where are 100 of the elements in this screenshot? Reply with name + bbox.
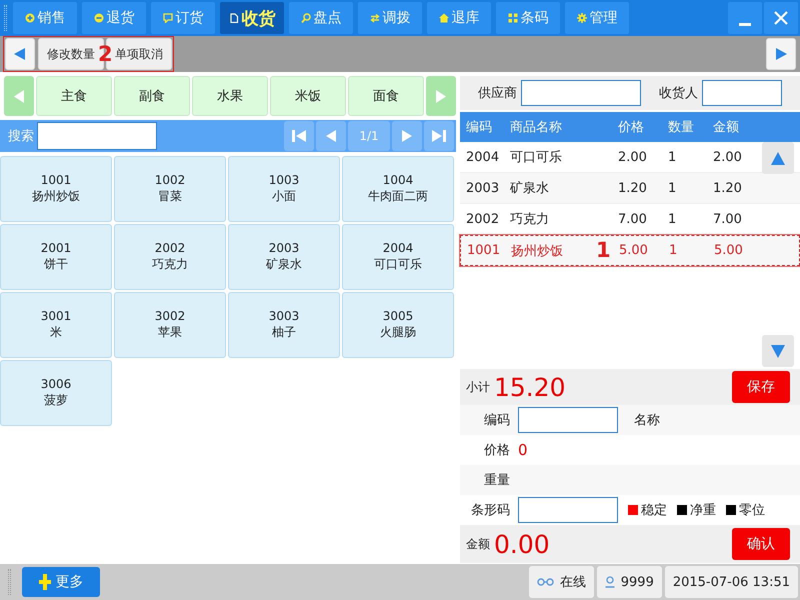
- amount-label: 金额: [466, 536, 490, 552]
- table-row[interactable]: 2003 矿泉水 1.20 1 1.20: [460, 173, 800, 204]
- column-header: 商品名称: [510, 119, 563, 136]
- right-arrow-icon: [774, 47, 788, 61]
- product-code: 3006: [40, 377, 72, 391]
- first-page-button[interactable]: [284, 121, 314, 151]
- down-arrow-icon: [770, 344, 786, 358]
- field-label: 收货人: [659, 85, 698, 102]
- product-button[interactable]: 2001 饼干: [0, 224, 112, 290]
- product-code: 3005: [382, 309, 414, 323]
- confirm-button[interactable]: 确认: [732, 528, 790, 560]
- last-page-button[interactable]: [424, 121, 454, 151]
- product-code: 2002: [154, 241, 186, 255]
- left-arrow-icon: [13, 88, 25, 104]
- category-button[interactable]: 水果: [192, 76, 268, 116]
- product-code: 2001: [40, 241, 72, 255]
- table-cell-text: 矿泉水: [510, 180, 550, 197]
- product-code: 1002: [154, 173, 186, 187]
- scroll-down-button[interactable]: [762, 335, 794, 367]
- scroll-up-button[interactable]: [762, 142, 794, 174]
- grid-icon: [508, 13, 518, 23]
- swap-arrows-icon: [370, 13, 380, 23]
- left-arrow-icon: [13, 47, 27, 61]
- field-label: 供应商: [478, 85, 517, 102]
- document-icon: [228, 13, 238, 23]
- table-cell-text: 1.20: [713, 180, 743, 196]
- product-code: 1003: [268, 173, 300, 187]
- product-button[interactable]: 2002 巧克力: [114, 224, 226, 290]
- table-cell-text: 2004: [465, 150, 500, 164]
- tab[interactable]: 收货: [220, 2, 284, 34]
- plus-icon: [24, 13, 34, 23]
- category-button[interactable]: 副食: [114, 76, 190, 116]
- field-label: 重量: [483, 472, 510, 489]
- table-cell-text: 1: [669, 243, 678, 258]
- right-arrow-icon: [435, 88, 447, 104]
- product-button[interactable]: 2004 可口可乐: [342, 224, 454, 290]
- receiver-field[interactable]: [702, 80, 782, 106]
- column-header: 编码: [465, 119, 493, 136]
- up-arrow-icon: [770, 150, 786, 166]
- more-button[interactable]: 更多: [22, 567, 100, 597]
- last-page-icon: [431, 129, 447, 143]
- close-icon: [773, 10, 789, 26]
- product-button[interactable]: 3003 柚子: [228, 292, 340, 358]
- minus-icon: [94, 13, 104, 23]
- next-page-button[interactable]: [392, 121, 422, 151]
- table-cell-text: 扬州炒饭: [511, 242, 564, 260]
- product-button[interactable]: 1003 小面: [228, 156, 340, 222]
- table-cell-text: 5.00: [619, 243, 649, 258]
- product-button[interactable]: 3005 火腿肠: [342, 292, 454, 358]
- table-cell-text: 2002: [465, 212, 500, 226]
- save-button[interactable]: 保存: [732, 371, 790, 403]
- column-header: 数量: [668, 119, 695, 136]
- product-name: 牛肉面二两: [368, 188, 428, 205]
- barcode-field[interactable]: [518, 497, 618, 523]
- product-code: 1001: [40, 173, 72, 187]
- price-value: 0: [518, 441, 528, 459]
- product-button[interactable]: 3002 苹果: [114, 292, 226, 358]
- indicator-label: 净重: [690, 502, 716, 519]
- field-label: 编码: [483, 412, 510, 429]
- product-name: 小面: [272, 188, 296, 205]
- minimize-button[interactable]: [728, 2, 762, 34]
- table-cell-text: 1: [668, 150, 678, 164]
- user-status: 9999: [596, 566, 662, 598]
- previous-page-button[interactable]: [316, 121, 346, 151]
- product-code: 3001: [40, 309, 72, 323]
- product-name: 可口可乐: [374, 256, 422, 273]
- product-code: 3003: [268, 309, 300, 323]
- indicator-label: 稳定: [641, 502, 667, 519]
- product-button[interactable]: 1001 扬州炒饭: [0, 156, 112, 222]
- product-button[interactable]: 1004 牛肉面二两: [342, 156, 454, 222]
- product-name: 巧克力: [152, 256, 188, 273]
- field-label: 条形码: [470, 502, 510, 519]
- code-field[interactable]: [518, 407, 618, 433]
- plus-icon: [38, 574, 50, 590]
- previous-button[interactable]: [5, 38, 35, 70]
- product-button[interactable]: 3006 菠萝: [0, 360, 112, 426]
- home-icon: [438, 13, 448, 23]
- annotation-number: 1: [596, 240, 611, 261]
- product-button[interactable]: 2003 矿泉水: [228, 224, 340, 290]
- product-button[interactable]: 1002 冒菜: [114, 156, 226, 222]
- column-header: 金额: [713, 119, 740, 136]
- category-button[interactable]: 主食: [36, 76, 112, 116]
- product-name: 饼干: [44, 256, 68, 273]
- link-icon: [536, 578, 554, 586]
- table-cell-text: 5.00: [714, 243, 744, 258]
- search-field[interactable]: [37, 122, 157, 150]
- next-button[interactable]: [766, 38, 796, 70]
- supplier-field[interactable]: [521, 80, 641, 106]
- close-button[interactable]: [764, 2, 798, 34]
- product-code: 1004: [382, 173, 414, 187]
- product-name: 米: [50, 324, 62, 341]
- category-button[interactable]: 面食: [348, 76, 424, 116]
- amount-value: 0.00: [494, 532, 550, 556]
- first-page-icon: [291, 129, 307, 143]
- minimize-icon: [739, 22, 751, 26]
- table-cell-text: 1: [668, 212, 678, 226]
- table-cell-text: 2003: [465, 180, 500, 196]
- table-cell-text: 1.20: [618, 180, 648, 196]
- product-button[interactable]: 3001 米: [0, 292, 112, 358]
- category-button[interactable]: 米饭: [270, 76, 346, 116]
